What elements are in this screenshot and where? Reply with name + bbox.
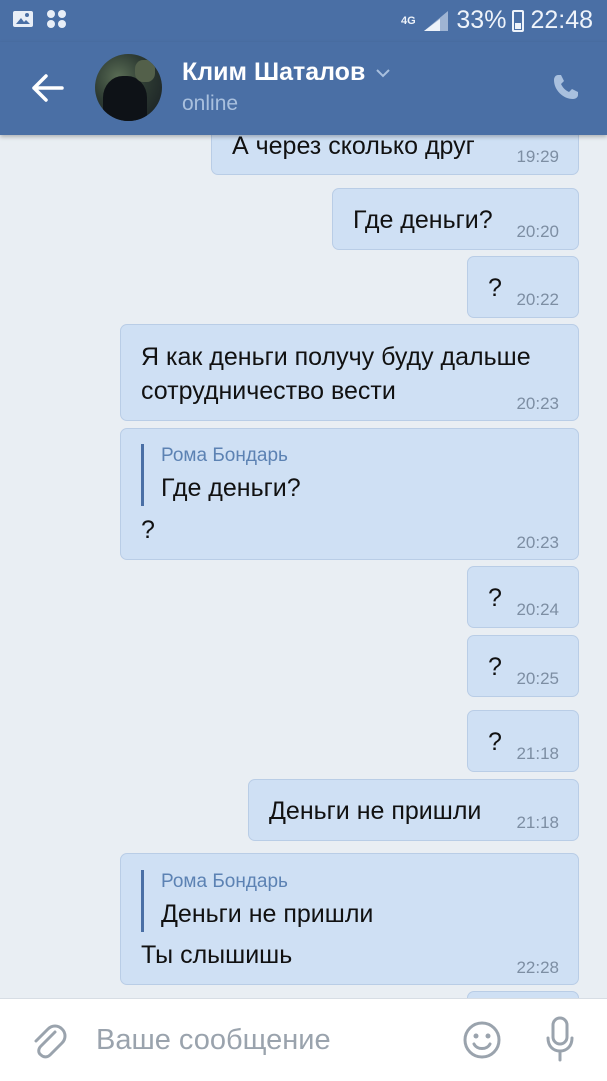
paperclip-icon[interactable]	[28, 1019, 68, 1061]
message-composer: Ваше сообщение	[0, 998, 607, 1081]
message-input[interactable]: Ваше сообщение	[96, 1024, 331, 1057]
reply-quote[interactable]: Рома Бондарь Деньги не пришли	[141, 870, 373, 932]
clock: 22:48	[530, 6, 593, 34]
message-time: 22:28	[516, 958, 559, 977]
quote-text: Где деньги?	[161, 474, 301, 502]
reply-quote[interactable]: Рома Бондарь Где деньги?	[141, 444, 301, 506]
message-bubble[interactable]: ? 20:24	[467, 566, 579, 628]
phone-icon[interactable]	[551, 72, 581, 102]
message-text: ?	[488, 584, 502, 612]
message-text: Деньги не пришли	[269, 797, 482, 825]
message-time: 20:24	[516, 600, 559, 619]
message-time: 20:23	[516, 533, 559, 552]
microphone-icon[interactable]	[545, 1016, 575, 1062]
quote-author: Рома Бондарь	[161, 445, 288, 466]
message-text: ?	[488, 274, 502, 302]
contact-name-row[interactable]: Клим Шаталов	[182, 58, 391, 87]
message-time: 19:29	[516, 147, 559, 166]
signal-icon	[424, 10, 449, 31]
message-time: 20:22	[516, 290, 559, 309]
presence-status: online	[182, 92, 239, 115]
quote-author: Рома Бондарь	[161, 871, 288, 892]
message-text: ?	[488, 653, 502, 681]
message-bubble[interactable]: Рома Бондарь Деньги не пришли Ты слышишь…	[120, 853, 579, 985]
emoji-icon[interactable]	[462, 1020, 502, 1060]
battery-icon	[512, 9, 525, 32]
avatar[interactable]	[95, 54, 162, 121]
message-time: 20:20	[516, 222, 559, 241]
message-time: 20:25	[516, 669, 559, 688]
contact-name: Клим Шаталов	[182, 58, 366, 86]
quote-text: Деньги не пришли	[161, 900, 374, 928]
message-bubble[interactable]: Рома Бондарь Где деньги? ? 20:23	[120, 428, 579, 560]
message-bubble[interactable]: ? 20:22	[467, 256, 579, 318]
message-bubble[interactable]: Где деньги? 20:20	[332, 188, 579, 250]
battery-percent: 33%	[456, 6, 507, 34]
message-time: 21:18	[516, 813, 559, 832]
message-time: 20:23	[516, 394, 559, 413]
apps-icon	[47, 10, 66, 28]
message-text: Я как деньги получу буду дальше сотрудни…	[141, 343, 531, 405]
message-text: Где деньги?	[353, 206, 493, 234]
chevron-down-icon	[376, 68, 391, 77]
message-bubble[interactable]: ? 21:18	[467, 710, 579, 772]
message-text: ?	[141, 516, 155, 544]
message-time: 21:18	[516, 744, 559, 763]
chat-header: Клим Шаталов online	[0, 42, 607, 135]
message-bubble[interactable]: ? 20:25	[467, 635, 579, 697]
back-arrow-icon[interactable]	[28, 70, 68, 106]
message-bubble[interactable]: Деньги не пришли 21:18	[248, 779, 579, 841]
gallery-icon	[13, 11, 33, 27]
status-bar: 4G 33% 22:48	[0, 0, 607, 42]
message-text: Ты слышишь	[141, 941, 293, 969]
message-text: ?	[488, 728, 502, 756]
network-type-label: 4G	[401, 14, 416, 27]
message-bubble[interactable]: Я как деньги получу буду дальше сотрудни…	[120, 324, 579, 421]
